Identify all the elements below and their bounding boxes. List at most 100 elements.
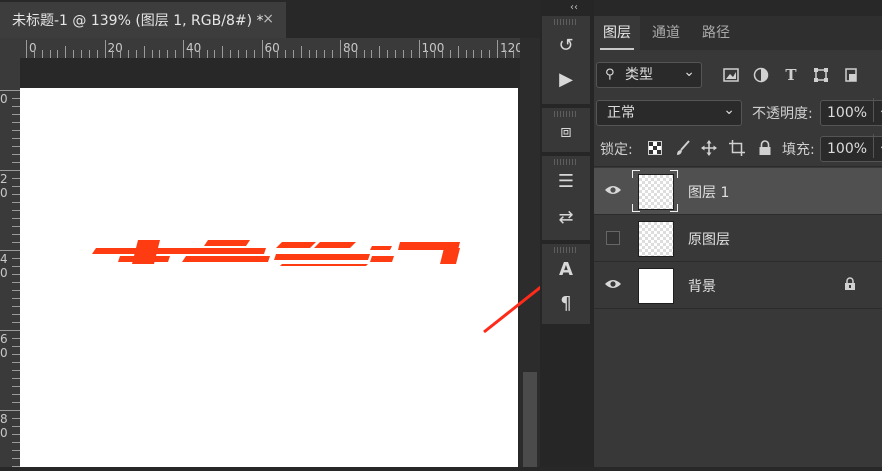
lock-transparent-pixels-icon[interactable] [646,139,664,157]
artwork-stroke [182,256,270,262]
ruler-minor-tick [426,50,428,58]
ruler-minor-tick [12,162,20,163]
ruler-minor-tick [12,314,20,315]
ruler-minor-tick [347,50,349,58]
ruler-minor-tick [214,50,216,58]
paragraph-icon[interactable]: ¶ [542,286,590,320]
ruler-minor-tick [12,362,20,363]
artwork-stroke [274,254,370,260]
layer-filter-value: 类型 [625,67,653,83]
ruler-minor-tick [159,50,161,58]
tab-layers[interactable]: 图层 [594,16,640,50]
ruler-major-tick [340,40,341,58]
ruler-minor-tick [308,50,310,58]
blend-mode-select[interactable]: 正常 ⌄ [596,100,742,126]
ruler-minor-tick [230,50,232,58]
lock-position-icon[interactable] [700,139,718,157]
actions-icon[interactable]: ▶ [542,62,590,96]
ruler-label: 8 0 [0,412,8,440]
ruler-minor-tick [277,50,279,58]
ruler-minor-tick [12,394,20,395]
document-tab-title: 未标题-1 @ 139% (图层 1, RGB/8#) * [12,13,264,29]
fill-input[interactable]: 100% ⌄ [820,134,882,162]
document-tab[interactable]: 未标题-1 @ 139% (图层 1, RGB/8#) * × [0,2,286,38]
divider [594,166,882,167]
layer-row-background[interactable]: 背景 [594,262,882,308]
vertical-ruler[interactable]: 0 2 0 4 0 6 0 8 0 [0,58,21,467]
lock-image-pixels-icon[interactable] [674,139,692,157]
layer-row-layer1[interactable]: 图层 1 [594,168,882,214]
ruler-minor-tick [12,130,20,131]
visibility-toggle-off[interactable] [606,231,620,245]
layer-name[interactable]: 图层 1 [688,182,729,202]
visibility-eye-icon[interactable] [604,183,622,197]
ruler-label: 120 [500,41,520,55]
brush-settings-icon[interactable]: ☰ [542,164,590,198]
ruler-minor-tick [128,50,130,58]
shape-filter-icon[interactable] [812,66,830,84]
ruler-label: 4 0 [0,252,8,280]
search-icon: ⚲ [605,67,615,82]
layer-thumbnail[interactable] [638,268,674,304]
ruler-minor-tick [120,50,122,58]
character-icon[interactable]: A [542,252,590,286]
layer-name[interactable]: 背景 [688,276,716,296]
ruler-minor-tick [12,458,20,459]
ruler-minor-tick [481,50,483,58]
artwork-strokes [92,240,460,266]
layer-filter-select[interactable]: ⚲ 类型 ⌄ [596,62,702,88]
panel-tabs: 图层 通道 路径 [594,16,882,50]
lock-artboard-icon[interactable] [728,139,746,157]
history-icon[interactable]: ↺ [542,28,590,62]
visibility-eye-icon[interactable] [604,277,622,291]
ruler-label: 0 [0,92,8,106]
layer-row-original[interactable]: 原图层 [594,215,882,261]
ruler-minor-tick [12,114,20,115]
adjustment-filter-icon[interactable] [752,66,770,84]
ruler-minor-tick [12,194,20,195]
ruler-minor-tick [12,298,20,299]
horizontal-ruler[interactable]: 020406080100120 [20,38,520,59]
ruler-minor-tick [442,50,444,58]
document-canvas[interactable] [20,88,518,467]
ruler-minor-tick [434,50,436,58]
ruler-minor-tick [167,50,169,58]
ruler-minor-tick [88,50,90,58]
ruler-minor-tick [12,370,20,371]
ruler-minor-tick [12,146,20,147]
ruler-minor-tick [12,282,20,283]
ruler-minor-tick [175,50,177,58]
ruler-minor-tick [12,218,20,219]
3d-icon[interactable]: ⧈ [542,114,590,148]
layer-name[interactable]: 原图层 [688,229,730,249]
ruler-minor-tick [292,50,294,58]
ruler-minor-tick [504,50,506,58]
collapse-dock-icon[interactable]: ‹‹ [570,2,578,13]
type-filter-icon[interactable]: T [782,66,800,84]
image-filter-icon[interactable] [722,66,740,84]
tab-paths[interactable]: 路径 [696,16,736,50]
ruler-label: 100 [421,41,445,55]
adjustments-icon[interactable]: ⇄ [542,200,590,234]
ruler-minor-tick [12,138,20,139]
ruler-minor-tick [489,50,491,58]
ruler-minor-tick [253,50,255,58]
ruler-minor-tick [12,378,20,379]
ruler-minor-tick [12,178,20,179]
ruler-minor-tick [473,50,475,58]
chevron-down-icon: ⌄ [873,98,882,122]
lock-all-icon[interactable] [756,139,774,157]
layer-thumbnail[interactable] [638,221,674,257]
ruler-minor-tick [449,50,451,58]
ruler-minor-tick [12,258,20,259]
smart-object-filter-icon[interactable] [842,66,860,84]
ruler-minor-tick [12,226,20,227]
tab-channels[interactable]: 通道 [646,16,686,50]
opacity-input[interactable]: 100% ⌄ [820,98,882,126]
ruler-minor-tick [12,274,20,275]
close-icon[interactable]: × [262,11,274,27]
ruler-minor-tick [41,50,43,58]
ruler-major-tick [0,410,20,411]
ruler-minor-tick [12,266,20,267]
scrollbar-thumb[interactable] [523,372,537,467]
